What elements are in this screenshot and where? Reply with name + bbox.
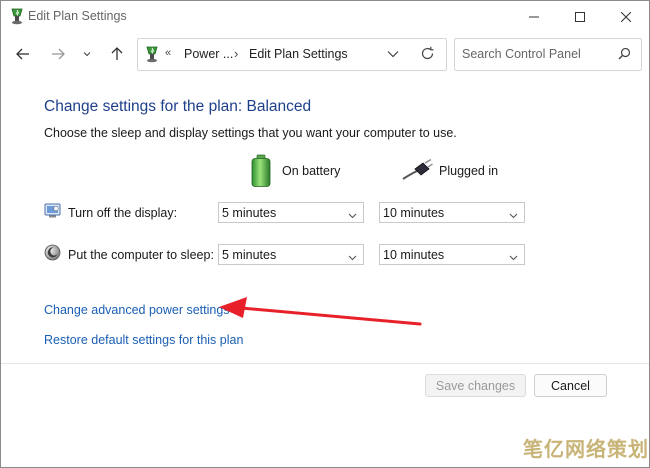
edit-plan-settings-window: Edit Plan Settings « Power ... › Edit Pl… — [0, 0, 650, 468]
cancel-button[interactable]: Cancel — [534, 374, 607, 397]
footer-divider — [1, 363, 649, 364]
watermark: 笔亿网络策划 — [523, 439, 649, 461]
save-changes-button[interactable]: Save changes — [425, 374, 526, 397]
annotation-arrow — [219, 297, 422, 326]
